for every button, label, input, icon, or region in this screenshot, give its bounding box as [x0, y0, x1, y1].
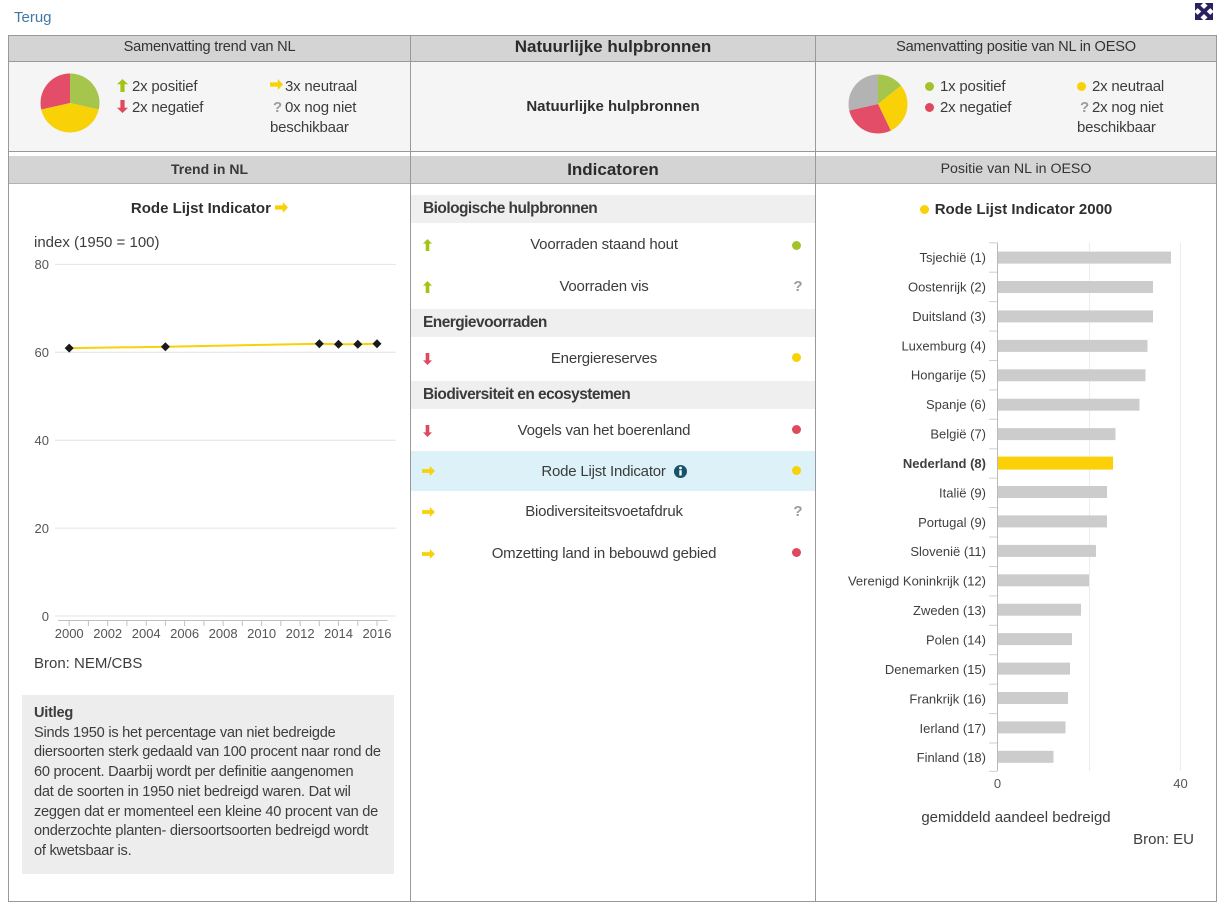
svg-text:Verenigd Koninkrijk (12): Verenigd Koninkrijk (12): [848, 574, 986, 589]
svg-text:Portugal (9): Portugal (9): [918, 515, 986, 530]
svg-text:2002: 2002: [93, 626, 122, 641]
svg-text:0: 0: [994, 776, 1001, 791]
svg-text:Oostenrijk (2): Oostenrijk (2): [908, 279, 986, 294]
svg-text:2010: 2010: [247, 626, 276, 641]
svg-text:Luxemburg (4): Luxemburg (4): [901, 338, 986, 353]
svg-text:2008: 2008: [209, 626, 238, 641]
svg-text:Frankrijk (16): Frankrijk (16): [909, 691, 986, 706]
svg-text:2016: 2016: [363, 626, 392, 641]
svg-text:Polen (14): Polen (14): [926, 633, 986, 648]
svg-text:0: 0: [42, 609, 49, 624]
svg-text:Spanje (6): Spanje (6): [926, 397, 986, 412]
svg-text:Italië (9): Italië (9): [939, 485, 986, 500]
svg-text:Finland (18): Finland (18): [917, 750, 986, 765]
svg-text:Tsjechië (1): Tsjechië (1): [920, 250, 986, 265]
svg-text:Zweden (13): Zweden (13): [913, 603, 986, 618]
svg-text:20: 20: [35, 521, 49, 536]
svg-text:2012: 2012: [286, 626, 315, 641]
svg-text:2006: 2006: [170, 626, 199, 641]
svg-text:60: 60: [35, 345, 49, 360]
svg-text:België (7): België (7): [930, 427, 986, 442]
svg-text:Hongarije (5): Hongarije (5): [911, 368, 986, 383]
svg-text:2004: 2004: [132, 626, 161, 641]
svg-text:2014: 2014: [324, 626, 353, 641]
svg-text:Denemarken (15): Denemarken (15): [885, 662, 986, 677]
svg-text:Nederland (8): Nederland (8): [903, 456, 986, 471]
svg-text:40: 40: [35, 433, 49, 448]
svg-text:80: 80: [35, 257, 49, 272]
svg-text:Ierland (17): Ierland (17): [920, 721, 986, 736]
svg-text:Slovenië (11): Slovenië (11): [910, 544, 986, 559]
svg-text:40: 40: [1173, 776, 1187, 791]
svg-text:2000: 2000: [55, 626, 84, 641]
svg-text:Duitsland (3): Duitsland (3): [912, 309, 986, 324]
